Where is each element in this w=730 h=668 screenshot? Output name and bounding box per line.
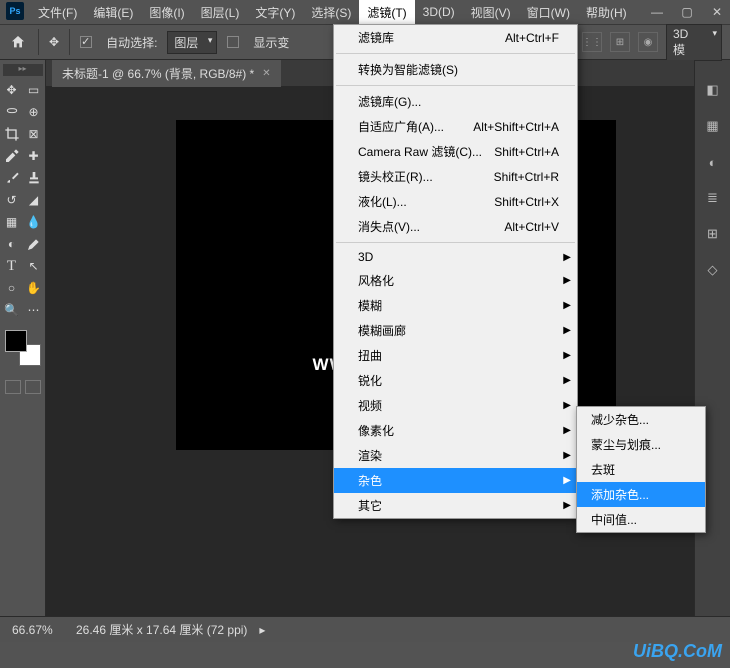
menu-type[interactable]: 文字(Y) <box>247 0 303 25</box>
filter-other-item[interactable]: 其它▶ <box>334 493 577 518</box>
stamp-tool-icon[interactable] <box>24 168 44 188</box>
filter-noise-item[interactable]: 杂色▶ <box>334 468 577 493</box>
minimize-button[interactable]: — <box>644 3 670 21</box>
status-arrow-icon[interactable]: ▸ <box>259 623 265 637</box>
filter-pixelate-item[interactable]: 像素化▶ <box>334 418 577 443</box>
filter-render-item[interactable]: 渲染▶ <box>334 443 577 468</box>
filter-stylize-item[interactable]: 风格化▶ <box>334 268 577 293</box>
menu-help[interactable]: 帮助(H) <box>578 0 635 25</box>
noise-despeckle-item[interactable]: 去斑 <box>577 457 705 482</box>
maximize-button[interactable]: ▢ <box>674 3 700 21</box>
window-controls: — ▢ ✕ <box>644 3 730 21</box>
filter-smart-item[interactable]: 转换为智能滤镜(S) <box>334 57 577 82</box>
noise-submenu: 减少杂色... 蒙尘与划痕... 去斑 添加杂色... 中间值... <box>576 406 706 533</box>
auto-select-checkbox[interactable] <box>80 36 92 48</box>
blur-tool-icon[interactable]: 💧 <box>24 212 44 232</box>
filter-lens-item[interactable]: 镜头校正(R)...Shift+Ctrl+R <box>334 164 577 189</box>
menu-view[interactable]: 视图(V) <box>463 0 519 25</box>
3d-mode-icon[interactable]: ◉ <box>638 32 658 52</box>
pen-tool-icon[interactable] <box>24 234 44 254</box>
app-logo: Ps <box>6 2 24 20</box>
zoom-level[interactable]: 66.67% <box>12 623 66 637</box>
filter-menu-dropdown: 滤镜库Alt+Ctrl+F 转换为智能滤镜(S) 滤镜库(G)... 自适应广角… <box>333 24 578 519</box>
paths-panel-icon[interactable]: ◇ <box>703 260 723 280</box>
more-tools-icon[interactable]: ⋯ <box>24 300 44 320</box>
move-tool-icon[interactable]: ✥ <box>49 35 59 49</box>
separator <box>38 29 39 55</box>
filter-adaptive-item[interactable]: 自适应广角(A)...Alt+Shift+Ctrl+A <box>334 114 577 139</box>
menu-bar: 文件(F) 编辑(E) 图像(I) 图层(L) 文字(Y) 选择(S) 滤镜(T… <box>0 0 730 24</box>
lasso-tool-icon[interactable] <box>2 102 22 122</box>
color-panel-icon[interactable]: ◧ <box>703 80 723 100</box>
filter-vanish-item[interactable]: 消失点(V)...Alt+Ctrl+V <box>334 214 577 239</box>
color-swatches[interactable] <box>5 330 41 366</box>
menu-filter[interactable]: 滤镜(T) <box>359 0 414 25</box>
3d-mode-dropdown[interactable]: 3D 模 <box>666 24 722 61</box>
close-tab-icon[interactable]: ✕ <box>262 68 270 79</box>
move-tool-icon[interactable]: ✥ <box>2 80 22 100</box>
filter-blur-item[interactable]: 模糊▶ <box>334 293 577 318</box>
document-tab-title: 未标题-1 @ 66.7% (背景, RGB/8#) * <box>62 65 254 82</box>
filter-blur-gallery-item[interactable]: 模糊画廊▶ <box>334 318 577 343</box>
filter-distort-item[interactable]: 扭曲▶ <box>334 343 577 368</box>
filter-camera-raw-item[interactable]: Camera Raw 滤镜(C)...Shift+Ctrl+A <box>334 139 577 164</box>
noise-dust-item[interactable]: 蒙尘与划痕... <box>577 432 705 457</box>
filter-liquify-item[interactable]: 液化(L)...Shift+Ctrl+X <box>334 189 577 214</box>
filter-video-item[interactable]: 视频▶ <box>334 393 577 418</box>
eraser-tool-icon[interactable]: ◢ <box>24 190 44 210</box>
show-transform-checkbox[interactable] <box>227 36 239 48</box>
menu-image[interactable]: 图像(I) <box>141 0 192 25</box>
marquee-tool-icon[interactable]: ▭ <box>24 80 44 100</box>
layers-panel-icon[interactable]: ≣ <box>703 188 723 208</box>
site-watermark: UiBQ.CoM <box>633 641 722 662</box>
distribute-icon[interactable]: ⊞ <box>610 32 630 52</box>
filter-last-item[interactable]: 滤镜库Alt+Ctrl+F <box>334 25 577 50</box>
dodge-tool-icon[interactable]: ◐ <box>2 234 22 254</box>
filter-sharpen-item[interactable]: 锐化▶ <box>334 368 577 393</box>
filter-gallery-item[interactable]: 滤镜库(G)... <box>334 89 577 114</box>
separator <box>69 29 70 55</box>
toolbox: ▸▸ ✥ ▭ ⊕ ⊠ ✚ ↺ ◢ ▦ 💧 ◐ T ↖ ○ ✋ 🔍 ⋯ <box>0 60 46 616</box>
auto-select-label: 自动选择: <box>106 34 157 51</box>
adjustments-panel-icon[interactable]: ◐ <box>703 152 723 172</box>
noise-median-item[interactable]: 中间值... <box>577 507 705 532</box>
gradient-tool-icon[interactable]: ▦ <box>2 212 22 232</box>
home-icon[interactable] <box>8 32 28 52</box>
auto-select-dropdown[interactable]: 图层 <box>167 31 217 54</box>
close-button[interactable]: ✕ <box>704 3 730 21</box>
foreground-color[interactable] <box>5 330 27 352</box>
toolbox-handle[interactable]: ▸▸ <box>3 64 43 76</box>
type-tool-icon[interactable]: T <box>2 256 22 276</box>
menu-edit[interactable]: 编辑(E) <box>85 0 141 25</box>
menu-window[interactable]: 窗口(W) <box>519 0 578 25</box>
brush-tool-icon[interactable] <box>2 168 22 188</box>
history-brush-tool-icon[interactable]: ↺ <box>2 190 22 210</box>
filter-3d-item[interactable]: 3D▶ <box>334 246 577 268</box>
path-select-tool-icon[interactable]: ↖ <box>24 256 44 276</box>
menu-select[interactable]: 选择(S) <box>303 0 359 25</box>
zoom-tool-icon[interactable]: 🔍 <box>2 300 22 320</box>
swatches-panel-icon[interactable]: ▦ <box>703 116 723 136</box>
quickmask-icon[interactable] <box>5 380 21 394</box>
quick-select-tool-icon[interactable]: ⊕ <box>24 102 44 122</box>
menu-3d[interactable]: 3D(D) <box>415 1 463 23</box>
doc-dimensions: 26.46 厘米 x 17.64 厘米 (72 ppi) <box>76 621 247 638</box>
shape-tool-icon[interactable]: ○ <box>2 278 22 298</box>
crop-tool-icon[interactable] <box>2 124 22 144</box>
channels-panel-icon[interactable]: ⊞ <box>703 224 723 244</box>
document-tab[interactable]: 未标题-1 @ 66.7% (背景, RGB/8#) * ✕ <box>52 60 281 87</box>
menu-layer[interactable]: 图层(L) <box>193 0 248 25</box>
show-transform-label: 显示变 <box>253 34 289 51</box>
screenmode-icon[interactable] <box>25 380 41 394</box>
frame-tool-icon[interactable]: ⊠ <box>24 124 44 144</box>
heal-tool-icon[interactable]: ✚ <box>24 146 44 166</box>
noise-add-item[interactable]: 添加杂色... <box>577 482 705 507</box>
hand-tool-icon[interactable]: ✋ <box>24 278 44 298</box>
noise-reduce-item[interactable]: 减少杂色... <box>577 407 705 432</box>
align-icon[interactable]: ⋮⋮ <box>582 32 602 52</box>
eyedropper-tool-icon[interactable] <box>2 146 22 166</box>
status-bar: 66.67% 26.46 厘米 x 17.64 厘米 (72 ppi) ▸ <box>0 616 730 642</box>
menu-file[interactable]: 文件(F) <box>30 0 85 25</box>
